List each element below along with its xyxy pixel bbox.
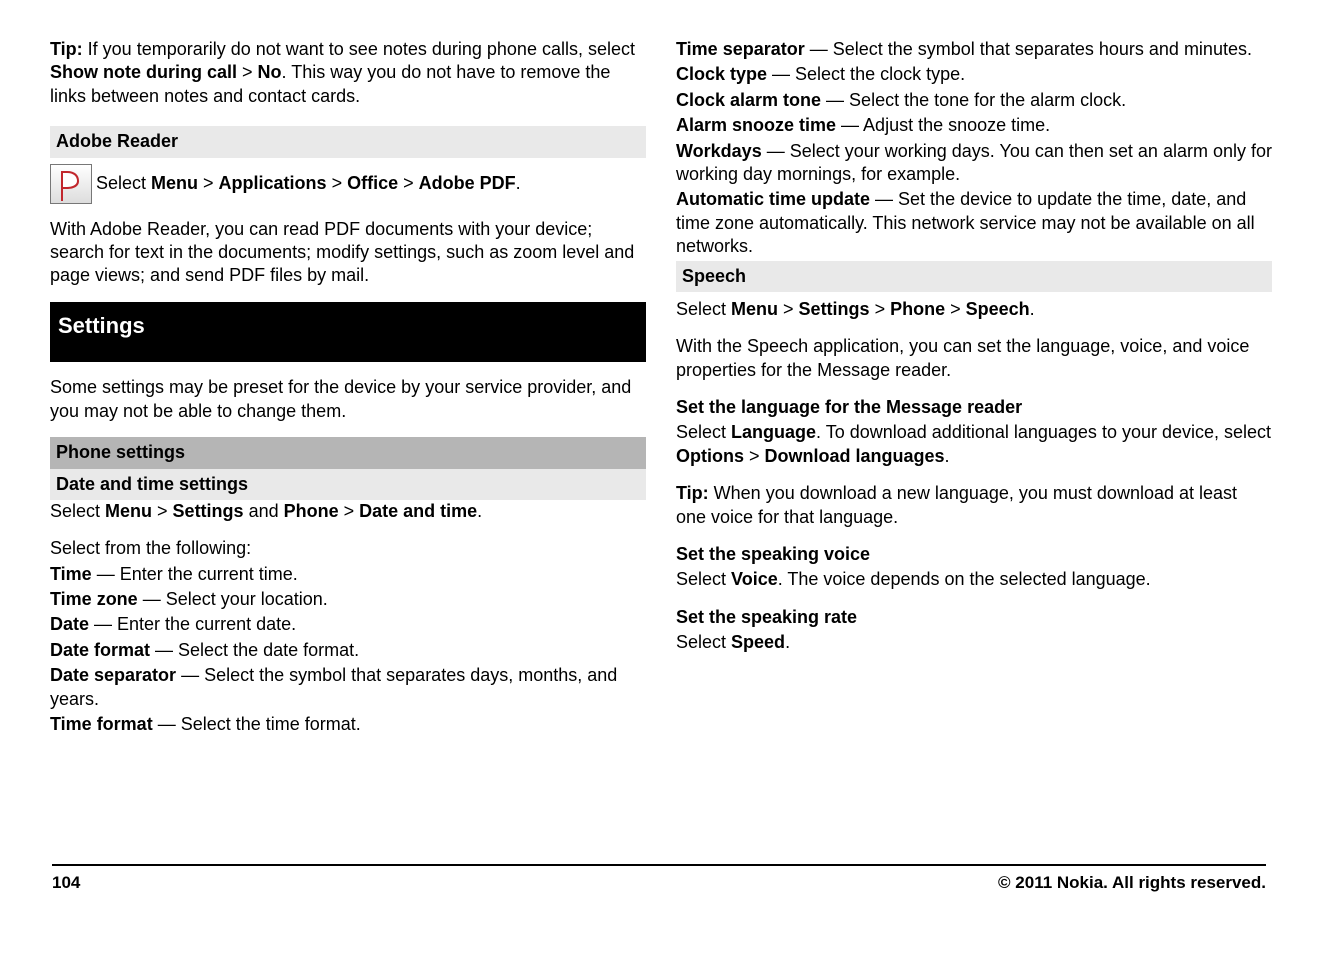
voice-text: . The voice depends on the selected lang… [778, 569, 1151, 589]
dt-phone: Phone [284, 501, 339, 521]
right-column: Time separator — Select the symbol that … [676, 38, 1272, 738]
dt-nav-para: Select Menu > Settings and Phone > Date … [50, 500, 646, 523]
tip-paragraph: Tip: If you temporarily do not want to s… [50, 38, 646, 108]
tip-show-note: Show note during call [50, 62, 237, 82]
speech-heading: Speech [676, 261, 1272, 292]
dt-menu: Menu [105, 501, 152, 521]
tip2-para: Tip: When you download a new language, y… [676, 482, 1272, 529]
opt-clock-type: Clock type — Select the clock type. [676, 63, 1272, 86]
opt-timezone: Time zone — Select your location. [50, 588, 646, 611]
rate-period: . [785, 632, 790, 652]
rate-select: Select [676, 632, 731, 652]
dt-select: Select [50, 501, 105, 521]
speech-nav-para: Select Menu > Settings > Phone > Speech. [676, 298, 1272, 321]
dt-settings: Settings [173, 501, 244, 521]
tip-text-a: If you temporarily do not want to see no… [83, 39, 635, 59]
opt-time-format: Time format — Select the time format. [50, 713, 646, 736]
set-lang-period: . [945, 446, 950, 466]
phone-settings-heading: Phone settings [50, 437, 646, 468]
opt-workdays: Workdays — Select your working days. You… [676, 140, 1272, 187]
sp-menu: Menu [731, 299, 778, 319]
settings-intro: Some settings may be preset for the devi… [50, 376, 646, 423]
copyright: © 2011 Nokia. All rights reserved. [998, 872, 1266, 894]
adobe-menu: Menu [151, 172, 198, 192]
page-footer: 104 © 2011 Nokia. All rights reserved. [52, 864, 1266, 894]
sp-settings: Settings [799, 299, 870, 319]
adobe-select-text: Select [96, 172, 151, 192]
opt-date: Date — Enter the current date. [50, 613, 646, 636]
opt-date-format: Date format — Select the date format. [50, 639, 646, 662]
opt-time-sep: Time separator — Select the symbol that … [676, 38, 1272, 61]
tip-label: Tip: [50, 39, 83, 59]
sp-period: . [1030, 299, 1035, 319]
page-number: 104 [52, 872, 80, 894]
adobe-apps: Applications [219, 172, 327, 192]
date-time-heading: Date and time settings [50, 469, 646, 500]
sp-speech: Speech [966, 299, 1030, 319]
speech-desc: With the Speech application, you can set… [676, 335, 1272, 382]
rate-heading: Set the speaking rate [676, 606, 1272, 629]
rate-para: Select Speed. [676, 631, 1272, 654]
voice-para: Select Voice. The voice depends on the s… [676, 568, 1272, 591]
set-lang-select: Select [676, 422, 731, 442]
sp-phone: Phone [890, 299, 945, 319]
opt-snooze: Alarm snooze time — Adjust the snooze ti… [676, 114, 1272, 137]
dt-and: and [244, 501, 284, 521]
set-lang-options: Options [676, 446, 744, 466]
opt-clock-alarm: Clock alarm tone — Select the tone for t… [676, 89, 1272, 112]
adobe-nav-para: Select Menu > Applications > Office > Ad… [50, 164, 646, 204]
set-lang-language: Language [731, 422, 816, 442]
voice-heading: Set the speaking voice [676, 543, 1272, 566]
voice-voice: Voice [731, 569, 778, 589]
tip-no: No [258, 62, 282, 82]
set-lang-dl: Download languages [765, 446, 945, 466]
opt-date-sep: Date separator — Select the symbol that … [50, 664, 646, 711]
tip2-text: When you download a new language, you mu… [676, 483, 1237, 526]
rate-speed: Speed [731, 632, 785, 652]
adobe-reader-heading: Adobe Reader [50, 126, 646, 157]
tip2-label: Tip: [676, 483, 709, 503]
set-lang-text: . To download additional languages to yo… [816, 422, 1271, 442]
settings-heading: Settings [50, 302, 646, 363]
opt-time: Time — Enter the current time. [50, 563, 646, 586]
adobe-period: . [516, 172, 521, 192]
select-following: Select from the following: [50, 537, 646, 560]
adobe-pdf-icon [50, 164, 92, 204]
sp-select: Select [676, 299, 731, 319]
dt-period: . [477, 501, 482, 521]
set-lang-heading: Set the language for the Message reader [676, 396, 1272, 419]
opt-auto-time: Automatic time update — Set the device t… [676, 188, 1272, 258]
set-lang-para: Select Language. To download additional … [676, 421, 1272, 468]
dt-datetime: Date and time [359, 501, 477, 521]
adobe-desc: With Adobe Reader, you can read PDF docu… [50, 218, 646, 288]
voice-select: Select [676, 569, 731, 589]
tip-gt: > [237, 62, 258, 82]
adobe-pdf: Adobe PDF [419, 172, 516, 192]
left-column: Tip: If you temporarily do not want to s… [50, 38, 646, 738]
page-content: Tip: If you temporarily do not want to s… [0, 0, 1322, 738]
adobe-office: Office [347, 172, 398, 192]
